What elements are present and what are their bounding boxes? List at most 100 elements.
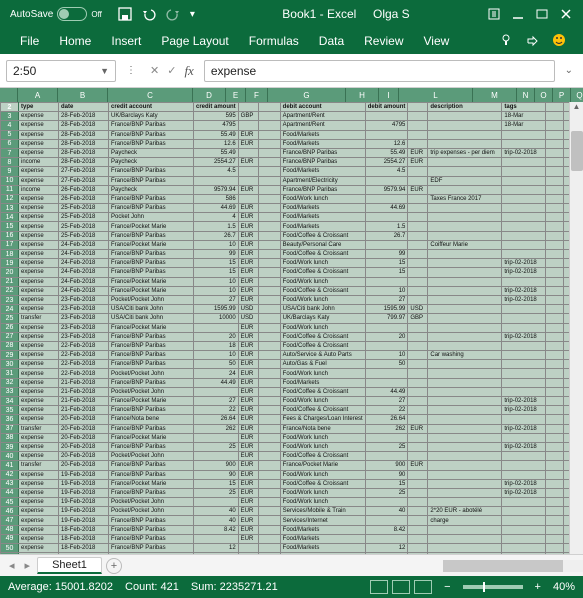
cell[interactable]: [258, 222, 280, 231]
cell[interactable]: trip-02-2018: [502, 295, 546, 304]
cell[interactable]: expense: [19, 277, 59, 286]
cell[interactable]: trip-02-2018: [502, 488, 546, 497]
cell[interactable]: [194, 452, 239, 461]
cell[interactable]: trip-02-2018: [502, 424, 546, 433]
cell[interactable]: EUR: [238, 479, 258, 488]
cell[interactable]: EUR: [238, 323, 258, 332]
cell[interactable]: 22-Feb-2018: [59, 351, 109, 360]
cell[interactable]: [428, 534, 502, 543]
cell[interactable]: [428, 424, 502, 433]
cell[interactable]: 19-Feb-2018: [59, 516, 109, 525]
cell[interactable]: EUR: [238, 387, 258, 396]
cell[interactable]: 10000: [194, 314, 239, 323]
cell[interactable]: [365, 452, 408, 461]
cell[interactable]: [428, 305, 502, 314]
share-icon[interactable]: [519, 33, 545, 50]
cell[interactable]: [546, 295, 564, 304]
cell[interactable]: expense: [19, 130, 59, 139]
cell[interactable]: 25-Feb-2018: [59, 204, 109, 213]
cell[interactable]: [258, 461, 280, 470]
cell[interactable]: [408, 534, 428, 543]
cell[interactable]: EUR: [238, 461, 258, 470]
tab-view[interactable]: View: [414, 30, 460, 52]
cell[interactable]: EUR: [238, 442, 258, 451]
cell[interactable]: 4795: [194, 121, 239, 130]
cell[interactable]: [502, 213, 546, 222]
cell[interactable]: [258, 176, 280, 185]
row-header[interactable]: 5: [1, 130, 19, 139]
cell[interactable]: expense: [19, 204, 59, 213]
formula-input[interactable]: expense: [204, 60, 555, 82]
cell[interactable]: France/BNP Paribas: [109, 204, 194, 213]
cell[interactable]: debit account: [280, 103, 365, 112]
cell[interactable]: [428, 553, 502, 554]
column-header[interactable]: I: [379, 88, 399, 102]
row-header[interactable]: 20: [1, 268, 19, 277]
column-header[interactable]: P: [553, 88, 571, 102]
cell[interactable]: [428, 204, 502, 213]
cell[interactable]: Food/Work lunch: [280, 259, 365, 268]
cell[interactable]: 26.7: [194, 231, 239, 240]
cell[interactable]: Food/Coffee & Croissant: [280, 341, 365, 350]
cell[interactable]: 19-Feb-2018: [59, 479, 109, 488]
row-header[interactable]: 9: [1, 167, 19, 176]
cell[interactable]: 12.6: [365, 139, 408, 148]
cell[interactable]: expense: [19, 286, 59, 295]
cell[interactable]: [258, 553, 280, 554]
cell[interactable]: [258, 112, 280, 121]
cell[interactable]: [502, 130, 546, 139]
cell[interactable]: Car washing: [428, 351, 502, 360]
cell[interactable]: [546, 332, 564, 341]
cell[interactable]: Food/Coffee & Croissant: [280, 231, 365, 240]
cell[interactable]: Pocket/Pocket John: [109, 295, 194, 304]
cell[interactable]: 25: [194, 442, 239, 451]
cell[interactable]: 9579.94: [365, 185, 408, 194]
cell[interactable]: France/BNP Paribas: [109, 424, 194, 433]
cell[interactable]: [546, 351, 564, 360]
column-header[interactable]: F: [246, 88, 268, 102]
cell[interactable]: 900: [194, 461, 239, 470]
cell[interactable]: [238, 148, 258, 157]
cell[interactable]: USD: [408, 305, 428, 314]
cell[interactable]: [408, 498, 428, 507]
cell[interactable]: [546, 424, 564, 433]
cell[interactable]: EUR: [238, 498, 258, 507]
cell[interactable]: [428, 112, 502, 121]
cell[interactable]: transfer: [19, 314, 59, 323]
cell[interactable]: [502, 452, 546, 461]
expand-formula-icon[interactable]: ⌄: [561, 65, 577, 76]
cell[interactable]: Food/Markets: [280, 222, 365, 231]
cell[interactable]: [408, 277, 428, 286]
cell[interactable]: [546, 553, 564, 554]
cell[interactable]: 2554.27: [194, 158, 239, 167]
cell[interactable]: 50: [365, 360, 408, 369]
cell[interactable]: [428, 498, 502, 507]
cell[interactable]: [546, 277, 564, 286]
fx-icon[interactable]: fx: [184, 63, 193, 79]
cell[interactable]: 26.64: [365, 415, 408, 424]
cell[interactable]: [546, 442, 564, 451]
cell[interactable]: 262: [194, 424, 239, 433]
cell[interactable]: [428, 213, 502, 222]
cell[interactable]: 15: [194, 479, 239, 488]
cell[interactable]: [546, 507, 564, 516]
cell[interactable]: France/Pocket Marie: [109, 479, 194, 488]
tab-review[interactable]: Review: [354, 30, 413, 52]
cell[interactable]: [428, 167, 502, 176]
cell[interactable]: Food/Work lunch: [280, 397, 365, 406]
cell[interactable]: [428, 525, 502, 534]
cell[interactable]: [408, 406, 428, 415]
cell[interactable]: [365, 369, 408, 378]
cell[interactable]: [408, 369, 428, 378]
cell[interactable]: Services/Mobile & Train: [280, 507, 365, 516]
cell[interactable]: 15: [365, 479, 408, 488]
cell[interactable]: [428, 406, 502, 415]
column-header[interactable]: B: [58, 88, 108, 102]
cell[interactable]: France/Pocket Marie: [109, 277, 194, 286]
cell[interactable]: [408, 240, 428, 249]
cell[interactable]: [59, 553, 109, 554]
cell[interactable]: expense: [19, 167, 59, 176]
column-header[interactable]: Q: [571, 88, 583, 102]
cell[interactable]: 40: [365, 507, 408, 516]
cell[interactable]: 4: [194, 213, 239, 222]
